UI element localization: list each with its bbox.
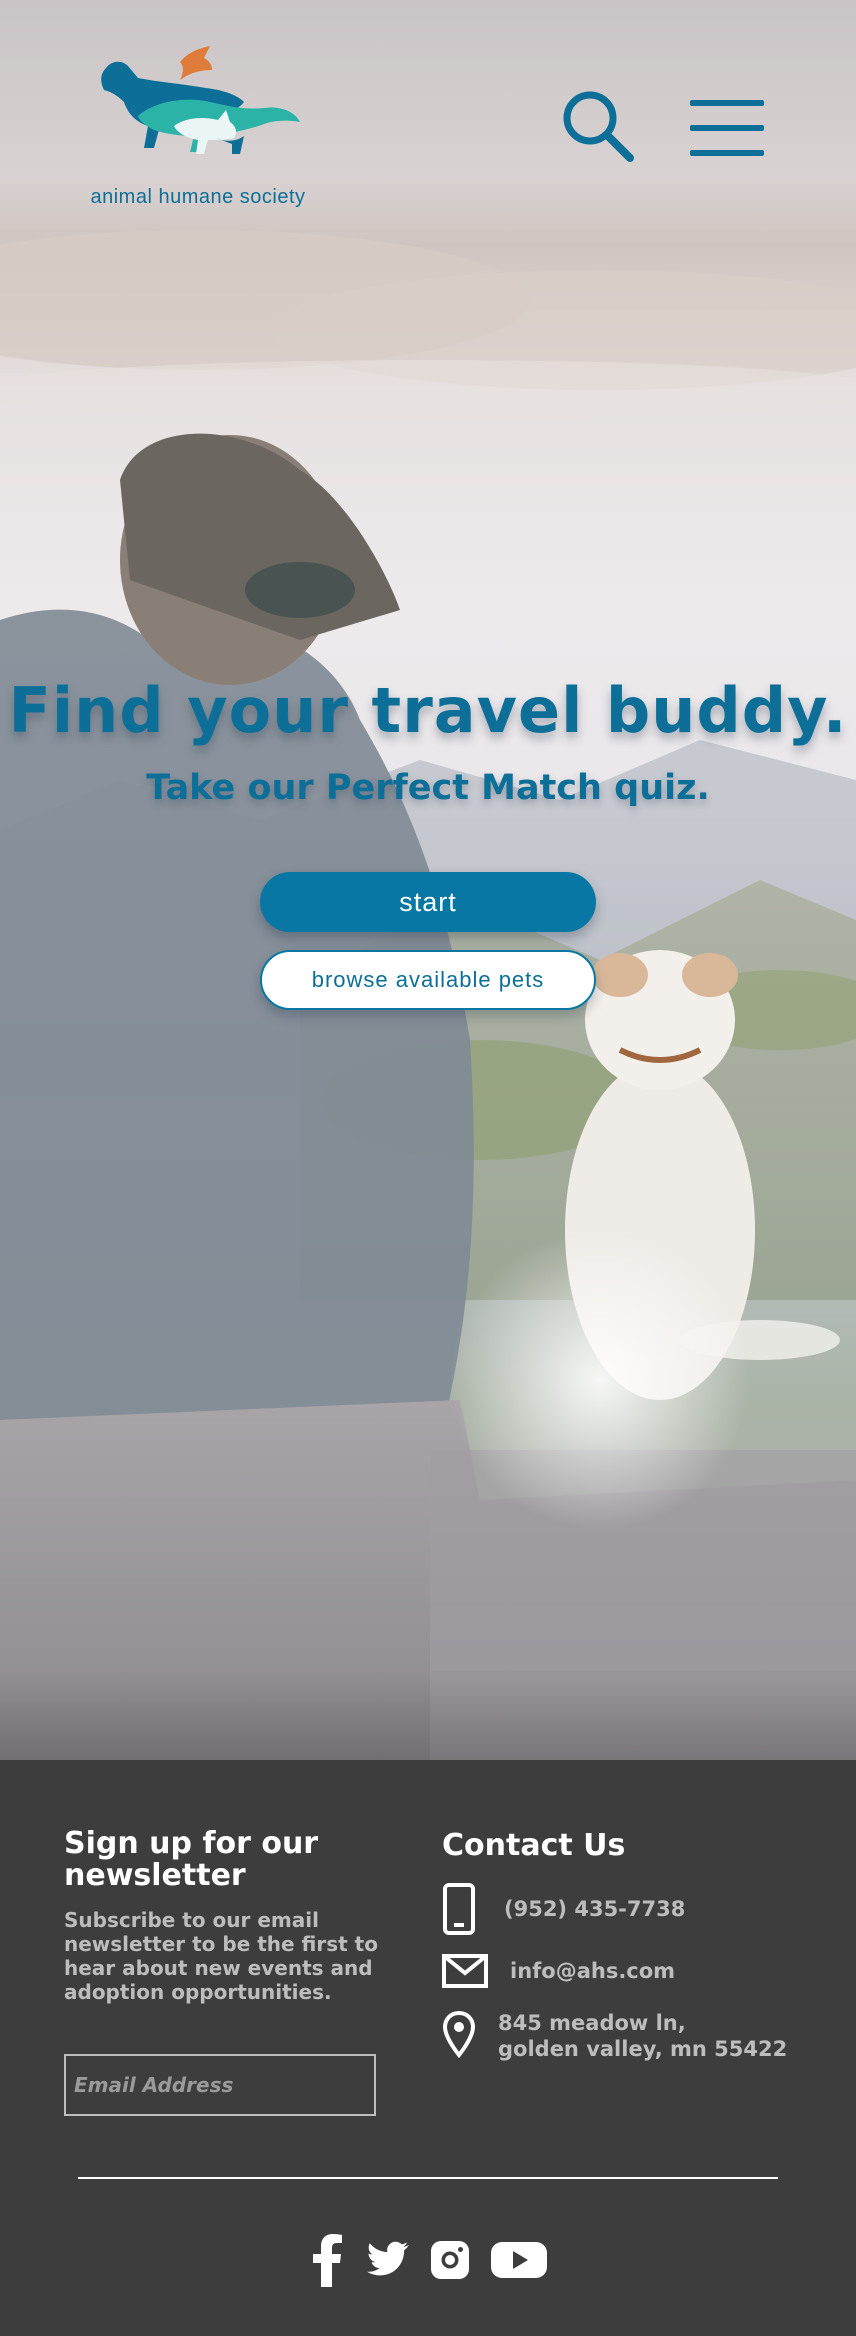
- browse-pets-button[interactable]: browse available pets: [260, 950, 596, 1010]
- logo-text: animal humane society: [90, 186, 306, 208]
- animal-logo-icon: [101, 46, 300, 154]
- site-footer: Sign up for our newsletter Subscribe to …: [0, 1760, 856, 2336]
- site-logo[interactable]: animal humane society: [78, 30, 318, 209]
- contact-heading: Contact Us: [442, 1828, 626, 1863]
- menu-bar: [690, 100, 764, 106]
- start-quiz-button[interactable]: start: [260, 872, 596, 932]
- hero-bottom-shade: [0, 1670, 856, 1760]
- menu-bar: [690, 125, 764, 131]
- hero-section: animal humane society Find your travel b…: [0, 0, 856, 1760]
- contact-email[interactable]: info@ahs.com: [442, 1954, 675, 1988]
- youtube-icon[interactable]: [490, 2240, 548, 2280]
- search-icon: [563, 91, 634, 162]
- twitter-icon[interactable]: [364, 2240, 410, 2280]
- email-address-input[interactable]: [64, 2054, 376, 2116]
- footer-divider: [78, 2177, 778, 2179]
- facebook-icon[interactable]: [310, 2233, 344, 2287]
- address-line-1: 845 meadow ln,: [498, 2011, 686, 2035]
- mail-icon: [442, 1954, 488, 1988]
- address-block: 845 meadow ln, golden valley, mn 55422: [498, 2010, 787, 2062]
- contact-phone[interactable]: (952) 435-7738: [442, 1882, 685, 1936]
- phone-icon: [442, 1882, 476, 1936]
- hero-subheadline: Take our Perfect Match quiz.: [146, 768, 710, 808]
- address-line-2: golden valley, mn 55422: [498, 2037, 788, 2061]
- social-links: [310, 2230, 548, 2290]
- contact-address[interactable]: 845 meadow ln, golden valley, mn 55422: [442, 2010, 787, 2062]
- hamburger-menu-button[interactable]: [690, 98, 764, 158]
- location-pin-icon: [442, 2010, 476, 2058]
- newsletter-description: Subscribe to our email newsletter to be …: [64, 1908, 378, 2004]
- newsletter-heading: Sign up for our newsletter: [64, 1826, 319, 1893]
- contact-phone-text: (952) 435-7738: [504, 1897, 686, 1921]
- contact-email-text: info@ahs.com: [510, 1959, 676, 1983]
- instagram-icon[interactable]: [430, 2240, 470, 2280]
- hero-headline: Find your travel buddy.: [8, 674, 848, 747]
- menu-bar: [690, 150, 764, 156]
- search-button[interactable]: [560, 88, 636, 164]
